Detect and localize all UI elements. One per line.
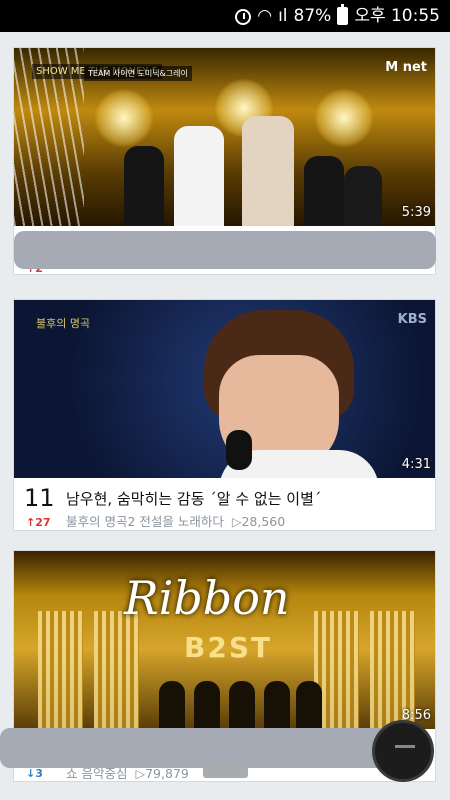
alarm-icon <box>235 9 252 25</box>
performer-silhouette <box>264 681 290 729</box>
stage-light <box>314 88 374 148</box>
battery-percent: 87% <box>293 6 332 26</box>
group-emblem: B2ST <box>184 631 273 664</box>
performer-silhouette <box>194 681 220 729</box>
video-subtitle: 불후의 명곡2 전설을 노래하다 ▷28,560 <box>66 511 285 530</box>
redaction-mark <box>203 764 248 778</box>
redaction-mark <box>14 231 436 269</box>
redaction-mark <box>0 728 400 768</box>
program-logo: 불후의 명곡 <box>36 317 91 330</box>
microphone <box>226 430 252 470</box>
performer-silhouette <box>296 681 322 729</box>
status-bar: ◠ ıl 87% 오후 10:55 <box>0 0 450 32</box>
battery-icon <box>337 4 349 25</box>
song-title-overlay: Ribbon <box>124 571 290 625</box>
video-thumbnail[interactable]: 불후의 명곡 KBS 4:31 <box>14 300 435 478</box>
video-meta[interactable]: 11 ↑27 남우현, 숨막히는 감동 ´알 수 없는 이별´ 불후의 명곡2 … <box>14 478 435 530</box>
channel-logo: KBS <box>397 312 427 327</box>
status-icons: ◠ ıl 87% 오후 10:55 <box>235 4 440 27</box>
program-name: 쇼 음악중심 <box>66 766 128 781</box>
video-thumbnail[interactable]: Ribbon B2ST 8:56 <box>14 551 435 729</box>
video-thumbnail[interactable]: SHOW ME THE MONEY 5 TEAM 사이먼 도미닉&그레이 M n… <box>14 48 435 226</box>
rank-change: ↓3 <box>26 767 43 780</box>
performer <box>344 166 382 226</box>
scroll-top-button[interactable] <box>372 720 434 782</box>
video-title[interactable]: 남우현, 숨막히는 감동 ´알 수 없는 이별´ <box>66 488 321 509</box>
video-duration: 4:31 <box>401 457 431 472</box>
menu-bar-icon <box>395 745 415 748</box>
program-name: 불후의 명곡2 전설을 노래하다 <box>66 514 224 529</box>
rank-change: ↑27 <box>26 516 51 529</box>
stage-pillar <box>38 611 83 729</box>
performer <box>304 156 344 226</box>
stage-light <box>94 88 154 148</box>
performer-silhouette <box>229 681 255 729</box>
channel-logo: M net <box>385 60 427 75</box>
performer-silhouette <box>159 681 185 729</box>
chart-rank: 11 <box>24 484 55 512</box>
video-card[interactable]: 불후의 명곡 KBS 4:31 11 ↑27 남우현, 숨막히는 감동 ´알 수… <box>13 299 436 531</box>
signal-icon: ıl <box>278 6 288 26</box>
performer <box>124 146 164 226</box>
view-count: ▷79,879 <box>135 766 189 781</box>
view-count: ▷28,560 <box>231 514 286 529</box>
video-duration: 5:39 <box>401 205 431 220</box>
performer <box>174 126 224 226</box>
clock: 오후 10:55 <box>354 6 440 26</box>
performer <box>242 116 294 226</box>
wifi-icon: ◠ <box>257 6 273 26</box>
stage-pillar <box>94 611 139 729</box>
performance-caption: TEAM 사이먼 도미닉&그레이 <box>84 66 192 81</box>
